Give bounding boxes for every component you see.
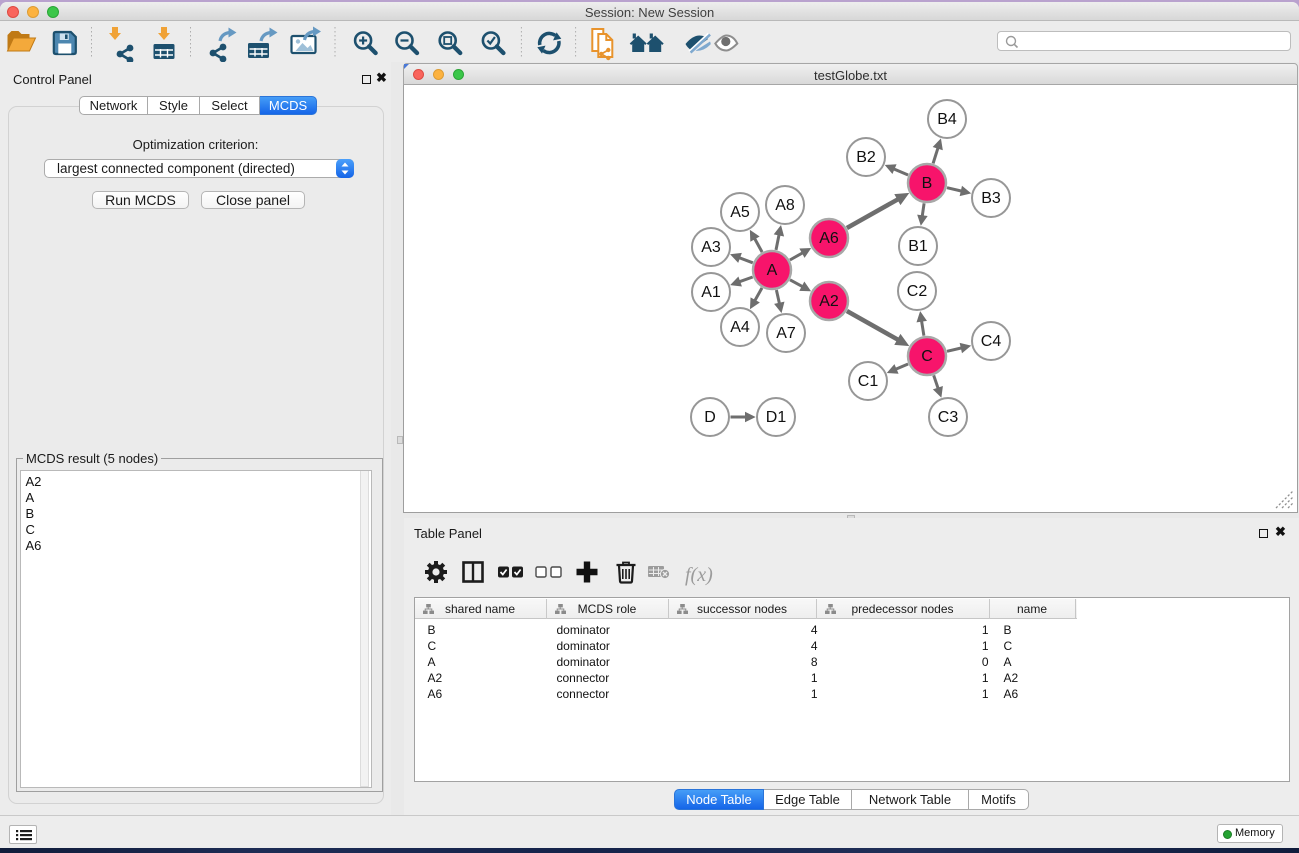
svg-text:C1: C1: [858, 373, 879, 390]
svg-text:B3: B3: [981, 190, 1001, 207]
svg-text:C3: C3: [938, 409, 959, 426]
svg-text:A4: A4: [730, 319, 750, 336]
svg-text:B1: B1: [908, 238, 928, 255]
svg-text:C: C: [921, 348, 933, 365]
svg-text:A3: A3: [701, 239, 721, 256]
svg-text:A7: A7: [776, 325, 796, 342]
svg-text:A1: A1: [701, 284, 721, 301]
svg-text:B2: B2: [856, 149, 876, 166]
svg-text:B4: B4: [937, 111, 957, 128]
svg-text:A2: A2: [819, 293, 839, 310]
svg-text:C4: C4: [981, 333, 1002, 350]
svg-text:D1: D1: [766, 409, 787, 426]
svg-text:C2: C2: [907, 283, 928, 300]
svg-text:B: B: [922, 175, 933, 192]
svg-text:A: A: [767, 262, 778, 279]
svg-text:A6: A6: [819, 230, 839, 247]
svg-text:f(x): f(x): [685, 564, 713, 586]
svg-text:D: D: [704, 409, 716, 426]
svg-text:A5: A5: [730, 204, 750, 221]
svg-text:A8: A8: [775, 197, 795, 214]
